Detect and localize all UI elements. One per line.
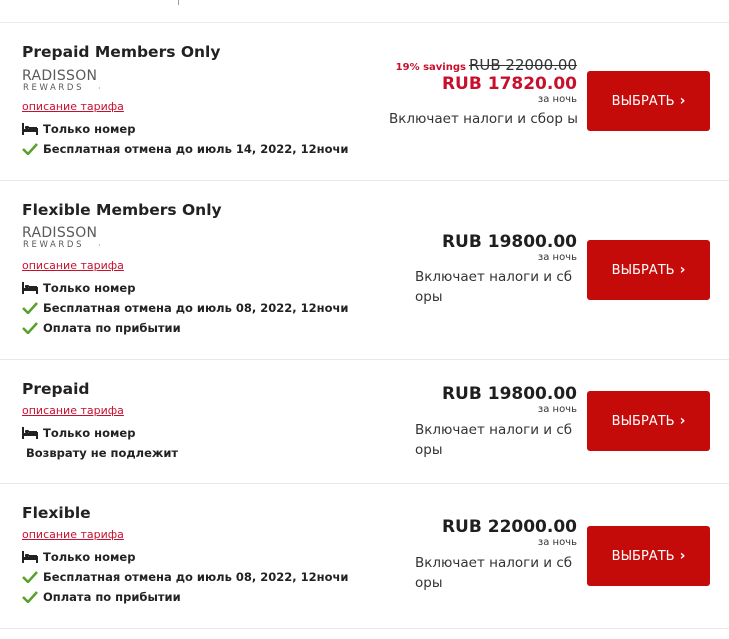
taxes-note: Включает налоги и сб оры [415,555,573,591]
chevron-right-icon: › [679,93,686,109]
select-button[interactable]: ВЫБРАТЬ › [587,71,710,131]
price: RUB 22000.00 [441,517,577,537]
feature-pay-on-arrival: Оплата по прибытии [22,590,181,606]
rate-card-prepaid-members: Prepaid Members Only RADISSON REWARDS · … [0,23,729,181]
chevron-right-icon: › [679,413,686,429]
rate-description-link[interactable]: описание тарифа [22,100,124,113]
radisson-rewards-logo: RADISSON REWARDS · [22,225,101,250]
rate-description-link[interactable]: описание тарифа [22,528,124,541]
price-block: RUB 19800.00 за ночь [442,384,577,415]
check-icon [22,591,38,603]
per-night-label: за ночь [537,537,577,548]
feature-room-only: Только номер [22,550,135,566]
savings-badge: 19% savings [395,62,466,73]
feature-free-cancellation: Бесплатная отмена до июль 14, 2022, 12но… [22,142,348,158]
price-block: 19% savings RUB 22000.00 RUB 17820.00 за … [396,55,577,105]
select-button[interactable]: ВЫБРАТЬ › [587,391,710,451]
feature-room-only: Только номер [22,426,135,442]
divider-tick [178,0,179,5]
check-icon [22,571,38,583]
rate-card-prepaid: Prepaid описание тарифа Только номер Воз… [0,360,729,484]
taxes-note: Включает налоги и сб оры [415,269,573,305]
price: RUB 19800.00 [441,232,577,252]
rate-title: Prepaid Members Only [22,43,221,61]
rate-title: Prepaid [22,380,90,398]
rate-card-flexible-members: Flexible Members Only RADISSON REWARDS ·… [0,181,729,360]
feature-room-only: Только номер [22,122,135,138]
rate-title: Flexible Members Only [22,201,222,219]
rate-description-link[interactable]: описание тарифа [22,404,124,417]
bed-icon [22,123,38,135]
taxes-note: Включает налоги и сбор ы [389,111,578,127]
bed-icon [22,427,38,439]
rate-description-link[interactable]: описание тарифа [22,259,124,272]
chevron-right-icon: › [679,548,686,564]
chevron-right-icon: › [679,262,686,278]
price: RUB 19800.00 [441,384,577,404]
price-block: RUB 19800.00 за ночь [442,232,577,263]
check-icon [22,302,38,314]
select-button[interactable]: ВЫБРАТЬ › [587,526,710,586]
check-icon [22,143,38,155]
per-night-label: за ночь [537,94,577,105]
per-night-label: за ночь [537,404,577,415]
price-block: RUB 22000.00 за ночь [442,517,577,548]
feature-free-cancellation: Бесплатная отмена до июль 08, 2022, 12но… [22,301,348,317]
rate-title: Flexible [22,504,91,522]
feature-non-refundable: Возврату не подлежит [26,446,179,460]
rate-card-flexible: Flexible описание тарифа Только номер Бе… [0,484,729,629]
feature-pay-on-arrival: Оплата по прибытии [22,321,181,337]
per-night-label: за ночь [537,252,577,263]
original-price: RUB 22000.00 [468,56,577,74]
feature-room-only: Только номер [22,281,135,297]
feature-free-cancellation: Бесплатная отмена до июль 08, 2022, 12но… [22,570,348,586]
radisson-rewards-logo: RADISSON REWARDS · [22,68,101,93]
bed-icon [22,282,38,294]
check-icon [22,322,38,334]
price: RUB 17820.00 [441,74,577,94]
select-button[interactable]: ВЫБРАТЬ › [587,240,710,300]
taxes-note: Включает налоги и сб оры [415,422,573,458]
bed-icon [22,551,38,563]
